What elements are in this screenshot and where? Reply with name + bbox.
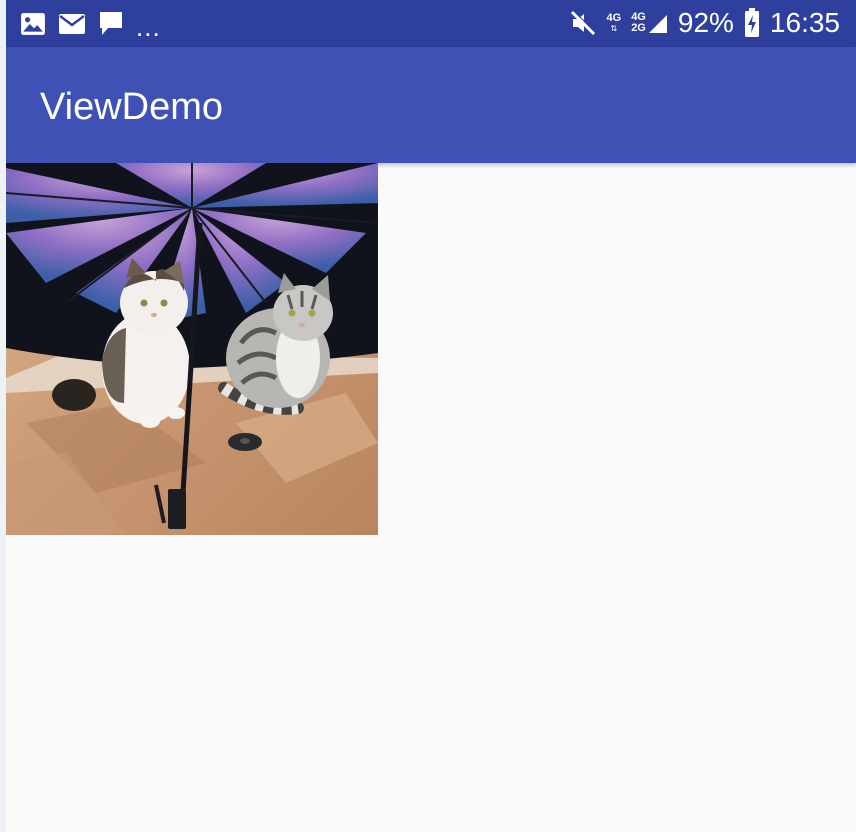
data-activity-arrows-icon: ⇅ (610, 24, 618, 33)
app-toolbar: ViewDemo (6, 47, 856, 163)
phone-screen: ... 4G ⇅ 4G 2G 92% 16:35 ViewDemo (6, 0, 856, 832)
signal-strength-icon (648, 15, 667, 33)
battery-percentage: 92% (677, 7, 734, 38)
cats-under-umbrella-photo (6, 163, 378, 535)
mute-icon (570, 10, 596, 36)
network-type-primary: 4G ⇅ (606, 12, 622, 34)
battery-charging-icon (744, 8, 759, 37)
image-icon (21, 13, 45, 35)
more-notifications-indicator: ... (136, 12, 161, 42)
app-title: ViewDemo (40, 86, 224, 128)
notification-icons: ... (20, 9, 161, 42)
system-status-icons: 4G ⇅ 4G 2G 92% 16:35 (569, 6, 840, 40)
status-clock: 16:35 (769, 7, 840, 38)
status-bar: ... 4G ⇅ 4G 2G 92% 16:35 (6, 0, 856, 47)
mail-icon (59, 14, 85, 34)
network-type-secondary: 4G 2G (631, 12, 668, 34)
message-icon (100, 12, 122, 35)
